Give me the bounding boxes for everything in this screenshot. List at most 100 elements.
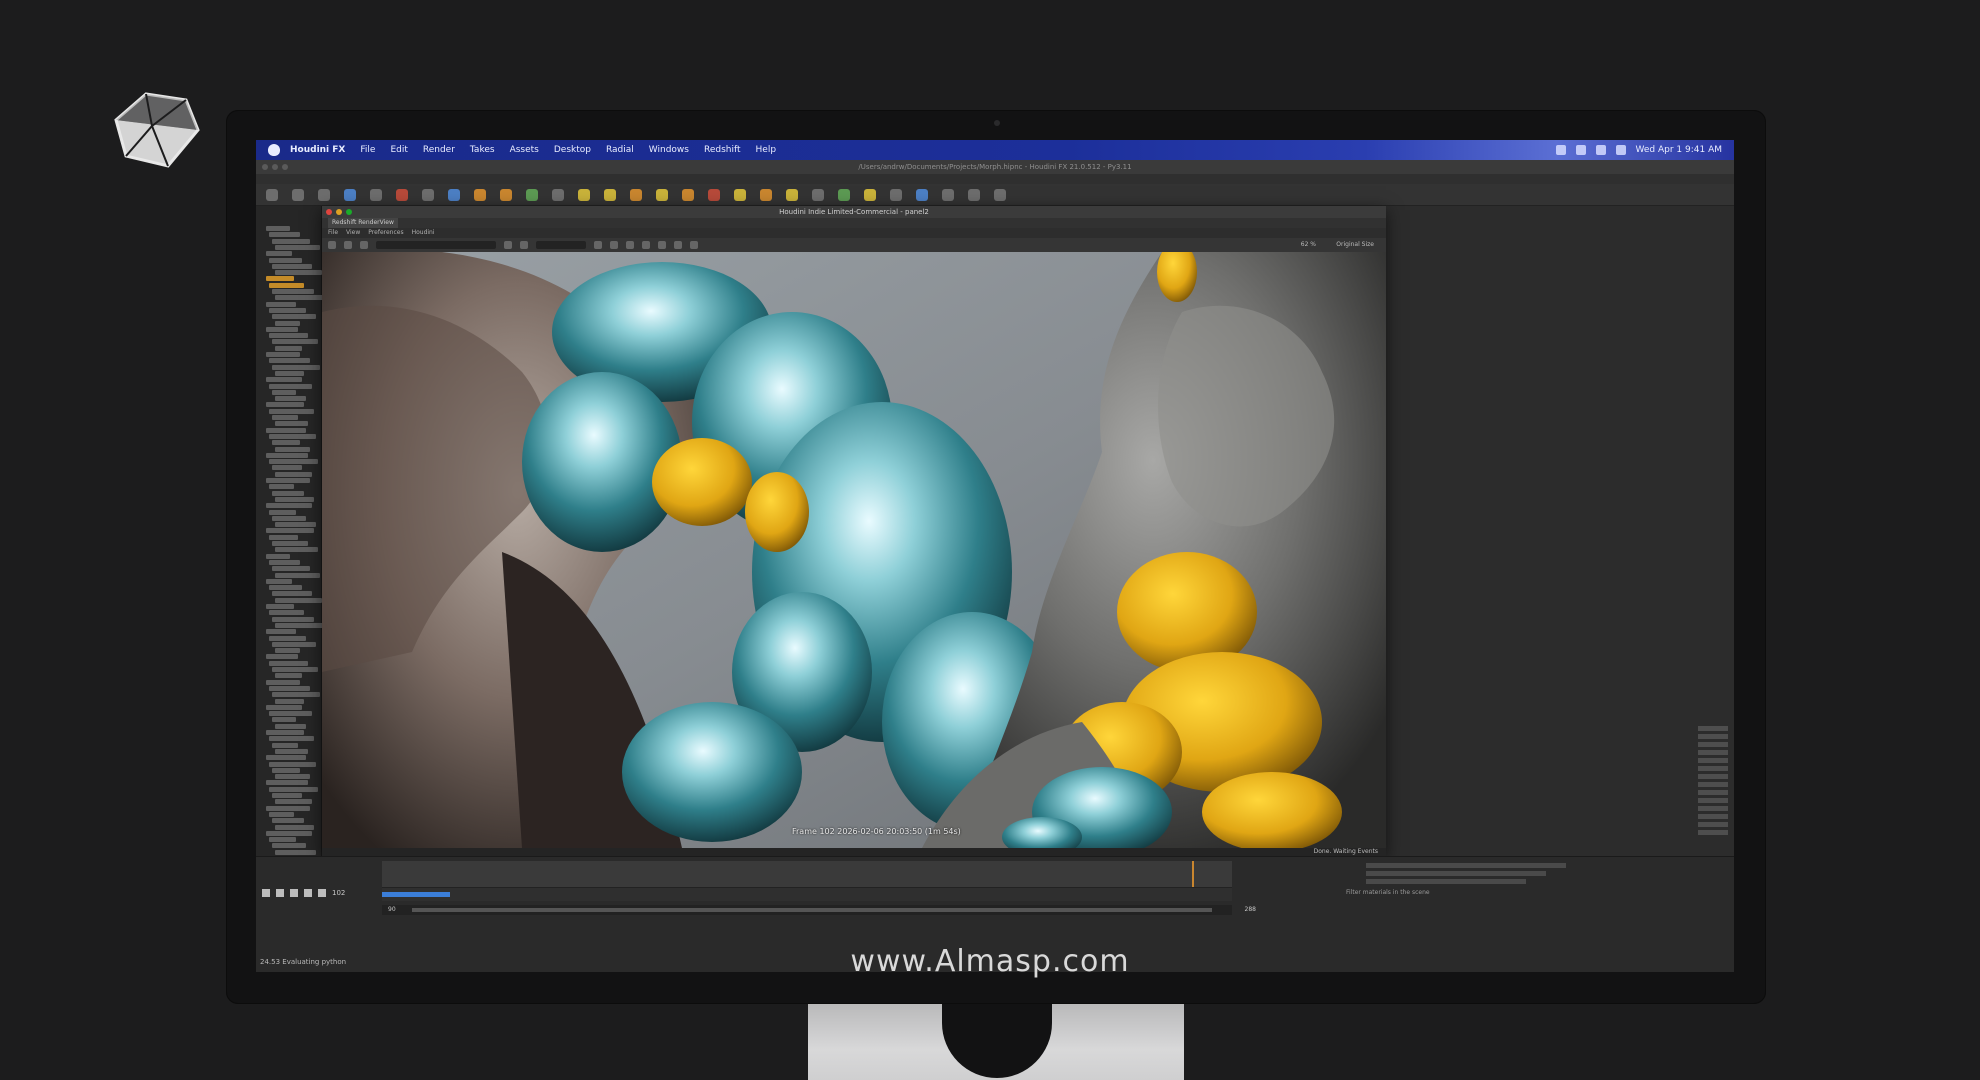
tree-row[interactable] — [269, 559, 300, 565]
tree-row[interactable] — [272, 465, 302, 471]
menu-render[interactable]: Render — [423, 145, 455, 155]
panel-menu-file[interactable]: File — [328, 228, 338, 238]
tree-row[interactable] — [275, 295, 324, 301]
tree-view-pane[interactable] — [256, 206, 324, 856]
tree-row[interactable] — [266, 553, 290, 559]
tree-row[interactable] — [269, 307, 306, 313]
curve-tool-icon[interactable] — [344, 188, 356, 201]
tree-row[interactable] — [272, 591, 312, 597]
tree-row[interactable] — [269, 257, 302, 263]
tree-row[interactable] — [275, 622, 324, 628]
sphere-tool-icon[interactable] — [266, 188, 278, 201]
aov-select[interactable] — [376, 241, 496, 249]
play-icon[interactable] — [304, 889, 312, 897]
switcher-icon[interactable] — [968, 188, 980, 201]
fit-icon[interactable] — [658, 241, 666, 249]
tree-row[interactable] — [269, 509, 296, 515]
tree-row[interactable] — [275, 270, 322, 276]
tree-row[interactable] — [266, 478, 310, 483]
search-icon[interactable] — [1575, 145, 1586, 155]
tree-row[interactable] — [266, 326, 298, 332]
parameter-row[interactable] — [1698, 806, 1728, 811]
tree-row[interactable] — [272, 717, 296, 723]
menu-help[interactable]: Help — [756, 145, 777, 155]
history-icon[interactable] — [690, 241, 698, 249]
gamepad-camera-icon[interactable] — [994, 188, 1006, 201]
menu-assets[interactable]: Assets — [510, 145, 539, 155]
tree-row[interactable] — [275, 547, 318, 553]
draw-curve-icon[interactable] — [370, 188, 382, 201]
tree-row[interactable] — [275, 698, 304, 704]
tree-row[interactable] — [266, 755, 306, 761]
parameter-row[interactable] — [1698, 758, 1728, 763]
parameter-row[interactable] — [1698, 782, 1728, 787]
menu-file[interactable]: File — [360, 145, 375, 155]
tree-row[interactable] — [269, 736, 314, 742]
tree-row[interactable] — [266, 301, 296, 307]
tree-row[interactable] — [269, 333, 308, 339]
tree-row[interactable] — [269, 786, 318, 792]
area-light-icon[interactable] — [656, 188, 668, 201]
tree-row[interactable] — [272, 843, 306, 849]
tree-row[interactable] — [269, 685, 310, 691]
tree-row[interactable] — [272, 339, 318, 345]
tree-row[interactable] — [266, 226, 290, 231]
distant-light-icon[interactable] — [734, 188, 746, 201]
tree-row[interactable] — [275, 421, 308, 427]
panel-menu-preferences[interactable]: Preferences — [368, 228, 403, 238]
tree-row[interactable] — [269, 433, 316, 439]
minimize-panel-icon[interactable] — [336, 209, 342, 215]
vr-camera-icon[interactable] — [942, 188, 954, 201]
parameter-row[interactable] — [1698, 790, 1728, 795]
crop-icon[interactable] — [520, 241, 528, 249]
tree-row[interactable] — [269, 585, 302, 591]
parameter-row[interactable] — [1698, 814, 1728, 819]
close-window-icon[interactable] — [262, 164, 268, 170]
tree-row[interactable] — [266, 251, 292, 257]
tree-row[interactable] — [272, 440, 300, 446]
tree-row[interactable] — [275, 496, 314, 502]
parameter-row[interactable] — [1698, 830, 1728, 835]
range-start-field[interactable]: 90 — [388, 906, 396, 913]
tree-row[interactable] — [275, 471, 312, 477]
save-image-icon[interactable] — [674, 241, 682, 249]
tree-row[interactable] — [269, 232, 300, 238]
tree-row[interactable] — [269, 660, 308, 666]
tube-tool-icon[interactable] — [292, 188, 304, 201]
stereo-camera-icon[interactable] — [916, 188, 928, 201]
material-filter-input[interactable]: Filter materials in the scene — [1346, 889, 1430, 896]
caustic-light-icon[interactable] — [838, 188, 850, 201]
tree-row[interactable] — [275, 648, 300, 654]
shelf-tabs[interactable] — [256, 174, 1734, 184]
tree-row[interactable] — [266, 780, 308, 786]
menu-windows[interactable]: Windows — [649, 145, 689, 155]
l-system-icon[interactable] — [500, 188, 512, 201]
parameter-row[interactable] — [1698, 766, 1728, 771]
control-center-icon[interactable] — [1595, 145, 1606, 155]
tree-row[interactable] — [275, 824, 314, 830]
tree-row[interactable] — [275, 774, 310, 780]
tree-row[interactable] — [275, 446, 310, 452]
tree-row[interactable] — [275, 597, 322, 603]
start-render-icon[interactable] — [344, 241, 352, 249]
platonic-icon[interactable] — [474, 188, 486, 201]
gi-light-icon[interactable] — [812, 188, 824, 201]
menu-edit[interactable]: Edit — [390, 145, 407, 155]
tree-row[interactable] — [272, 692, 320, 698]
close-panel-icon[interactable] — [326, 209, 332, 215]
parameter-row[interactable] — [1698, 798, 1728, 803]
parameter-row[interactable] — [1698, 822, 1728, 827]
menu-app-name[interactable]: Houdini FX — [290, 145, 345, 155]
camera-tool-icon[interactable] — [578, 188, 590, 201]
ambient-light-icon[interactable] — [890, 188, 902, 201]
geometry-light-icon[interactable] — [682, 188, 694, 201]
menu-desktop[interactable]: Desktop — [554, 145, 591, 155]
tree-row[interactable] — [275, 396, 306, 402]
tree-row[interactable] — [272, 667, 318, 672]
tree-row[interactable] — [266, 276, 294, 282]
tree-row[interactable] — [275, 345, 302, 351]
step-back-icon[interactable] — [276, 889, 284, 897]
menu-redshift[interactable]: Redshift — [704, 145, 741, 155]
zoom-panel-icon[interactable] — [346, 209, 352, 215]
camera-select[interactable] — [536, 241, 586, 249]
